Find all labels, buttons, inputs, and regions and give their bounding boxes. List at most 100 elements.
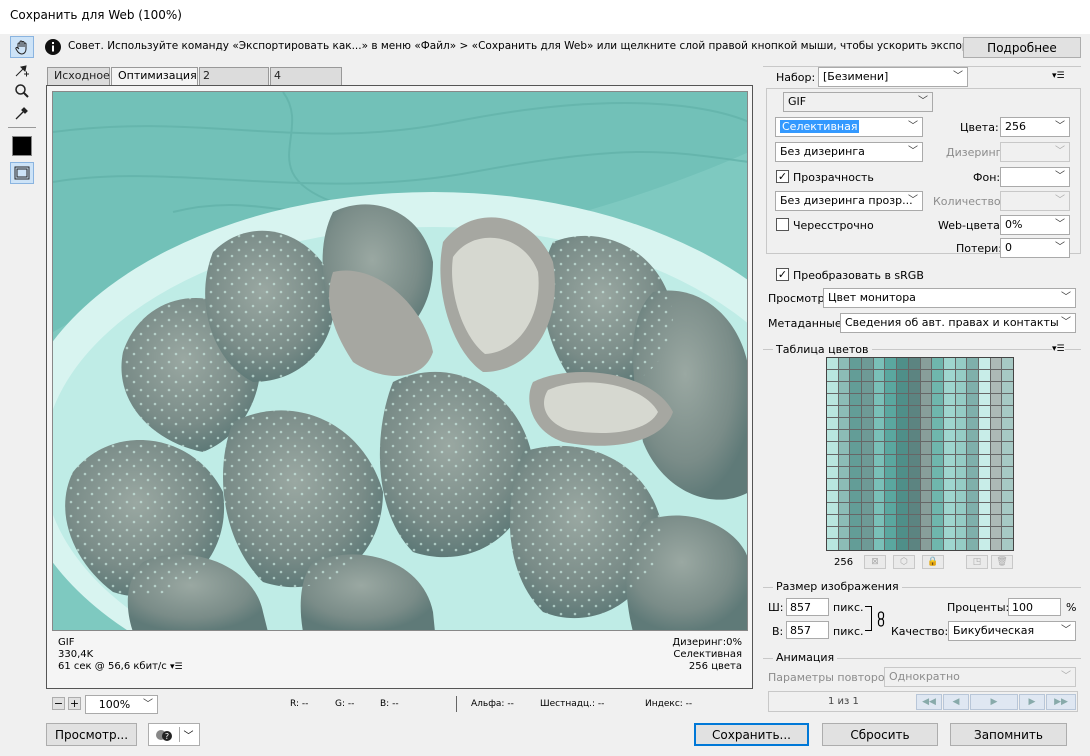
color-swatch[interactable]	[862, 418, 873, 430]
color-swatch[interactable]	[873, 490, 885, 502]
color-swatch[interactable]	[967, 418, 978, 430]
color-swatch[interactable]	[908, 430, 920, 442]
color-swatch[interactable]	[978, 514, 990, 526]
color-swatch[interactable]	[873, 478, 885, 490]
add-color-button[interactable]: ◳	[966, 555, 988, 569]
color-swatch[interactable]	[908, 394, 920, 406]
color-swatch[interactable]	[1002, 442, 1013, 454]
color-swatch[interactable]	[1002, 382, 1013, 394]
color-swatch[interactable]	[978, 478, 990, 490]
color-swatch[interactable]	[978, 418, 990, 430]
color-swatch[interactable]	[850, 466, 862, 478]
color-swatch[interactable]	[850, 382, 862, 394]
color-swatch[interactable]	[897, 394, 908, 406]
color-swatch[interactable]	[955, 478, 967, 490]
slice-select-tool-button[interactable]	[10, 59, 34, 81]
color-swatch[interactable]	[850, 490, 862, 502]
color-swatch[interactable]	[885, 418, 897, 430]
color-swatch[interactable]	[838, 442, 850, 454]
color-swatch[interactable]	[850, 514, 862, 526]
color-swatch[interactable]	[862, 526, 873, 538]
delete-color-button[interactable]: 🗑	[991, 555, 1013, 569]
color-swatch[interactable]	[932, 394, 943, 406]
color-swatch[interactable]	[990, 370, 1002, 382]
color-swatch[interactable]	[838, 406, 850, 418]
color-swatch[interactable]	[885, 466, 897, 478]
color-swatch[interactable]	[838, 358, 850, 370]
remember-button[interactable]: Запомнить	[950, 723, 1067, 746]
color-swatch[interactable]	[1002, 370, 1013, 382]
color-swatch[interactable]	[978, 370, 990, 382]
color-swatch[interactable]	[1002, 538, 1013, 550]
color-swatch[interactable]	[920, 538, 932, 550]
color-swatch[interactable]	[943, 382, 955, 394]
color-swatch[interactable]	[827, 454, 838, 466]
color-swatch[interactable]	[943, 358, 955, 370]
color-swatch[interactable]	[1002, 478, 1013, 490]
color-swatch[interactable]	[873, 454, 885, 466]
link-icon[interactable]	[877, 611, 885, 627]
color-swatch[interactable]	[978, 490, 990, 502]
color-swatch[interactable]	[862, 406, 873, 418]
color-swatch[interactable]	[908, 526, 920, 538]
colors-select[interactable]: 256 ﹀	[1000, 117, 1070, 137]
color-swatch[interactable]	[990, 490, 1002, 502]
color-swatch[interactable]	[955, 370, 967, 382]
color-swatch[interactable]	[908, 478, 920, 490]
zoom-in-button[interactable]: +	[68, 697, 81, 710]
color-swatch[interactable]	[920, 406, 932, 418]
color-swatch[interactable]	[908, 418, 920, 430]
lossy-select[interactable]: 0 ﹀	[1000, 238, 1070, 258]
format-select[interactable]: GIF ﹀	[783, 92, 933, 112]
color-swatch[interactable]	[932, 406, 943, 418]
color-swatch[interactable]	[932, 370, 943, 382]
color-swatch[interactable]	[978, 382, 990, 394]
color-swatch[interactable]	[955, 430, 967, 442]
browser-select-button[interactable]: ? ﹀	[148, 723, 200, 746]
color-swatch[interactable]	[862, 502, 873, 514]
save-button[interactable]: Сохранить...	[694, 723, 809, 746]
color-swatch[interactable]	[885, 370, 897, 382]
dither-algorithm-select[interactable]: Без дизеринга ﹀	[775, 142, 923, 162]
color-swatch[interactable]	[1002, 466, 1013, 478]
color-swatch[interactable]	[920, 490, 932, 502]
play-button[interactable]: ▶	[970, 694, 1018, 710]
color-swatch[interactable]	[943, 430, 955, 442]
color-swatch[interactable]	[827, 526, 838, 538]
color-swatch[interactable]	[885, 430, 897, 442]
color-swatch[interactable]	[850, 358, 862, 370]
color-swatch[interactable]	[932, 526, 943, 538]
color-swatch[interactable]	[897, 406, 908, 418]
tab-original[interactable]: Исходное	[47, 67, 110, 85]
color-swatch[interactable]	[897, 454, 908, 466]
color-swatch[interactable]	[967, 514, 978, 526]
color-swatch[interactable]	[943, 442, 955, 454]
color-swatch[interactable]	[838, 466, 850, 478]
color-swatch[interactable]	[838, 394, 850, 406]
color-swatch[interactable]	[967, 406, 978, 418]
color-swatch[interactable]	[920, 466, 932, 478]
color-swatch[interactable]	[827, 490, 838, 502]
color-swatch[interactable]	[943, 526, 955, 538]
color-reduction-select[interactable]: Селективная ﹀	[775, 117, 923, 137]
color-swatch[interactable]	[943, 394, 955, 406]
color-swatch[interactable]	[850, 454, 862, 466]
color-swatch[interactable]	[885, 478, 897, 490]
color-swatch[interactable]	[943, 490, 955, 502]
hand-tool-button[interactable]	[10, 36, 34, 58]
color-swatch[interactable]	[920, 358, 932, 370]
preview-mode-select[interactable]: Цвет монитора ﹀	[823, 288, 1076, 308]
convert-srgb-checkbox[interactable]: ✓	[776, 268, 789, 281]
color-swatch[interactable]	[873, 406, 885, 418]
color-table-palette[interactable]	[826, 357, 1014, 551]
transparency-checkbox[interactable]: ✓	[776, 170, 789, 183]
color-swatch[interactable]	[967, 478, 978, 490]
tab-2-up[interactable]: 2 варианта	[199, 67, 269, 95]
color-swatch[interactable]	[955, 454, 967, 466]
color-swatch[interactable]	[978, 454, 990, 466]
color-swatch[interactable]	[967, 454, 978, 466]
color-swatch[interactable]	[955, 406, 967, 418]
color-swatch[interactable]	[838, 502, 850, 514]
color-swatch[interactable]	[862, 358, 873, 370]
color-swatch[interactable]	[885, 490, 897, 502]
